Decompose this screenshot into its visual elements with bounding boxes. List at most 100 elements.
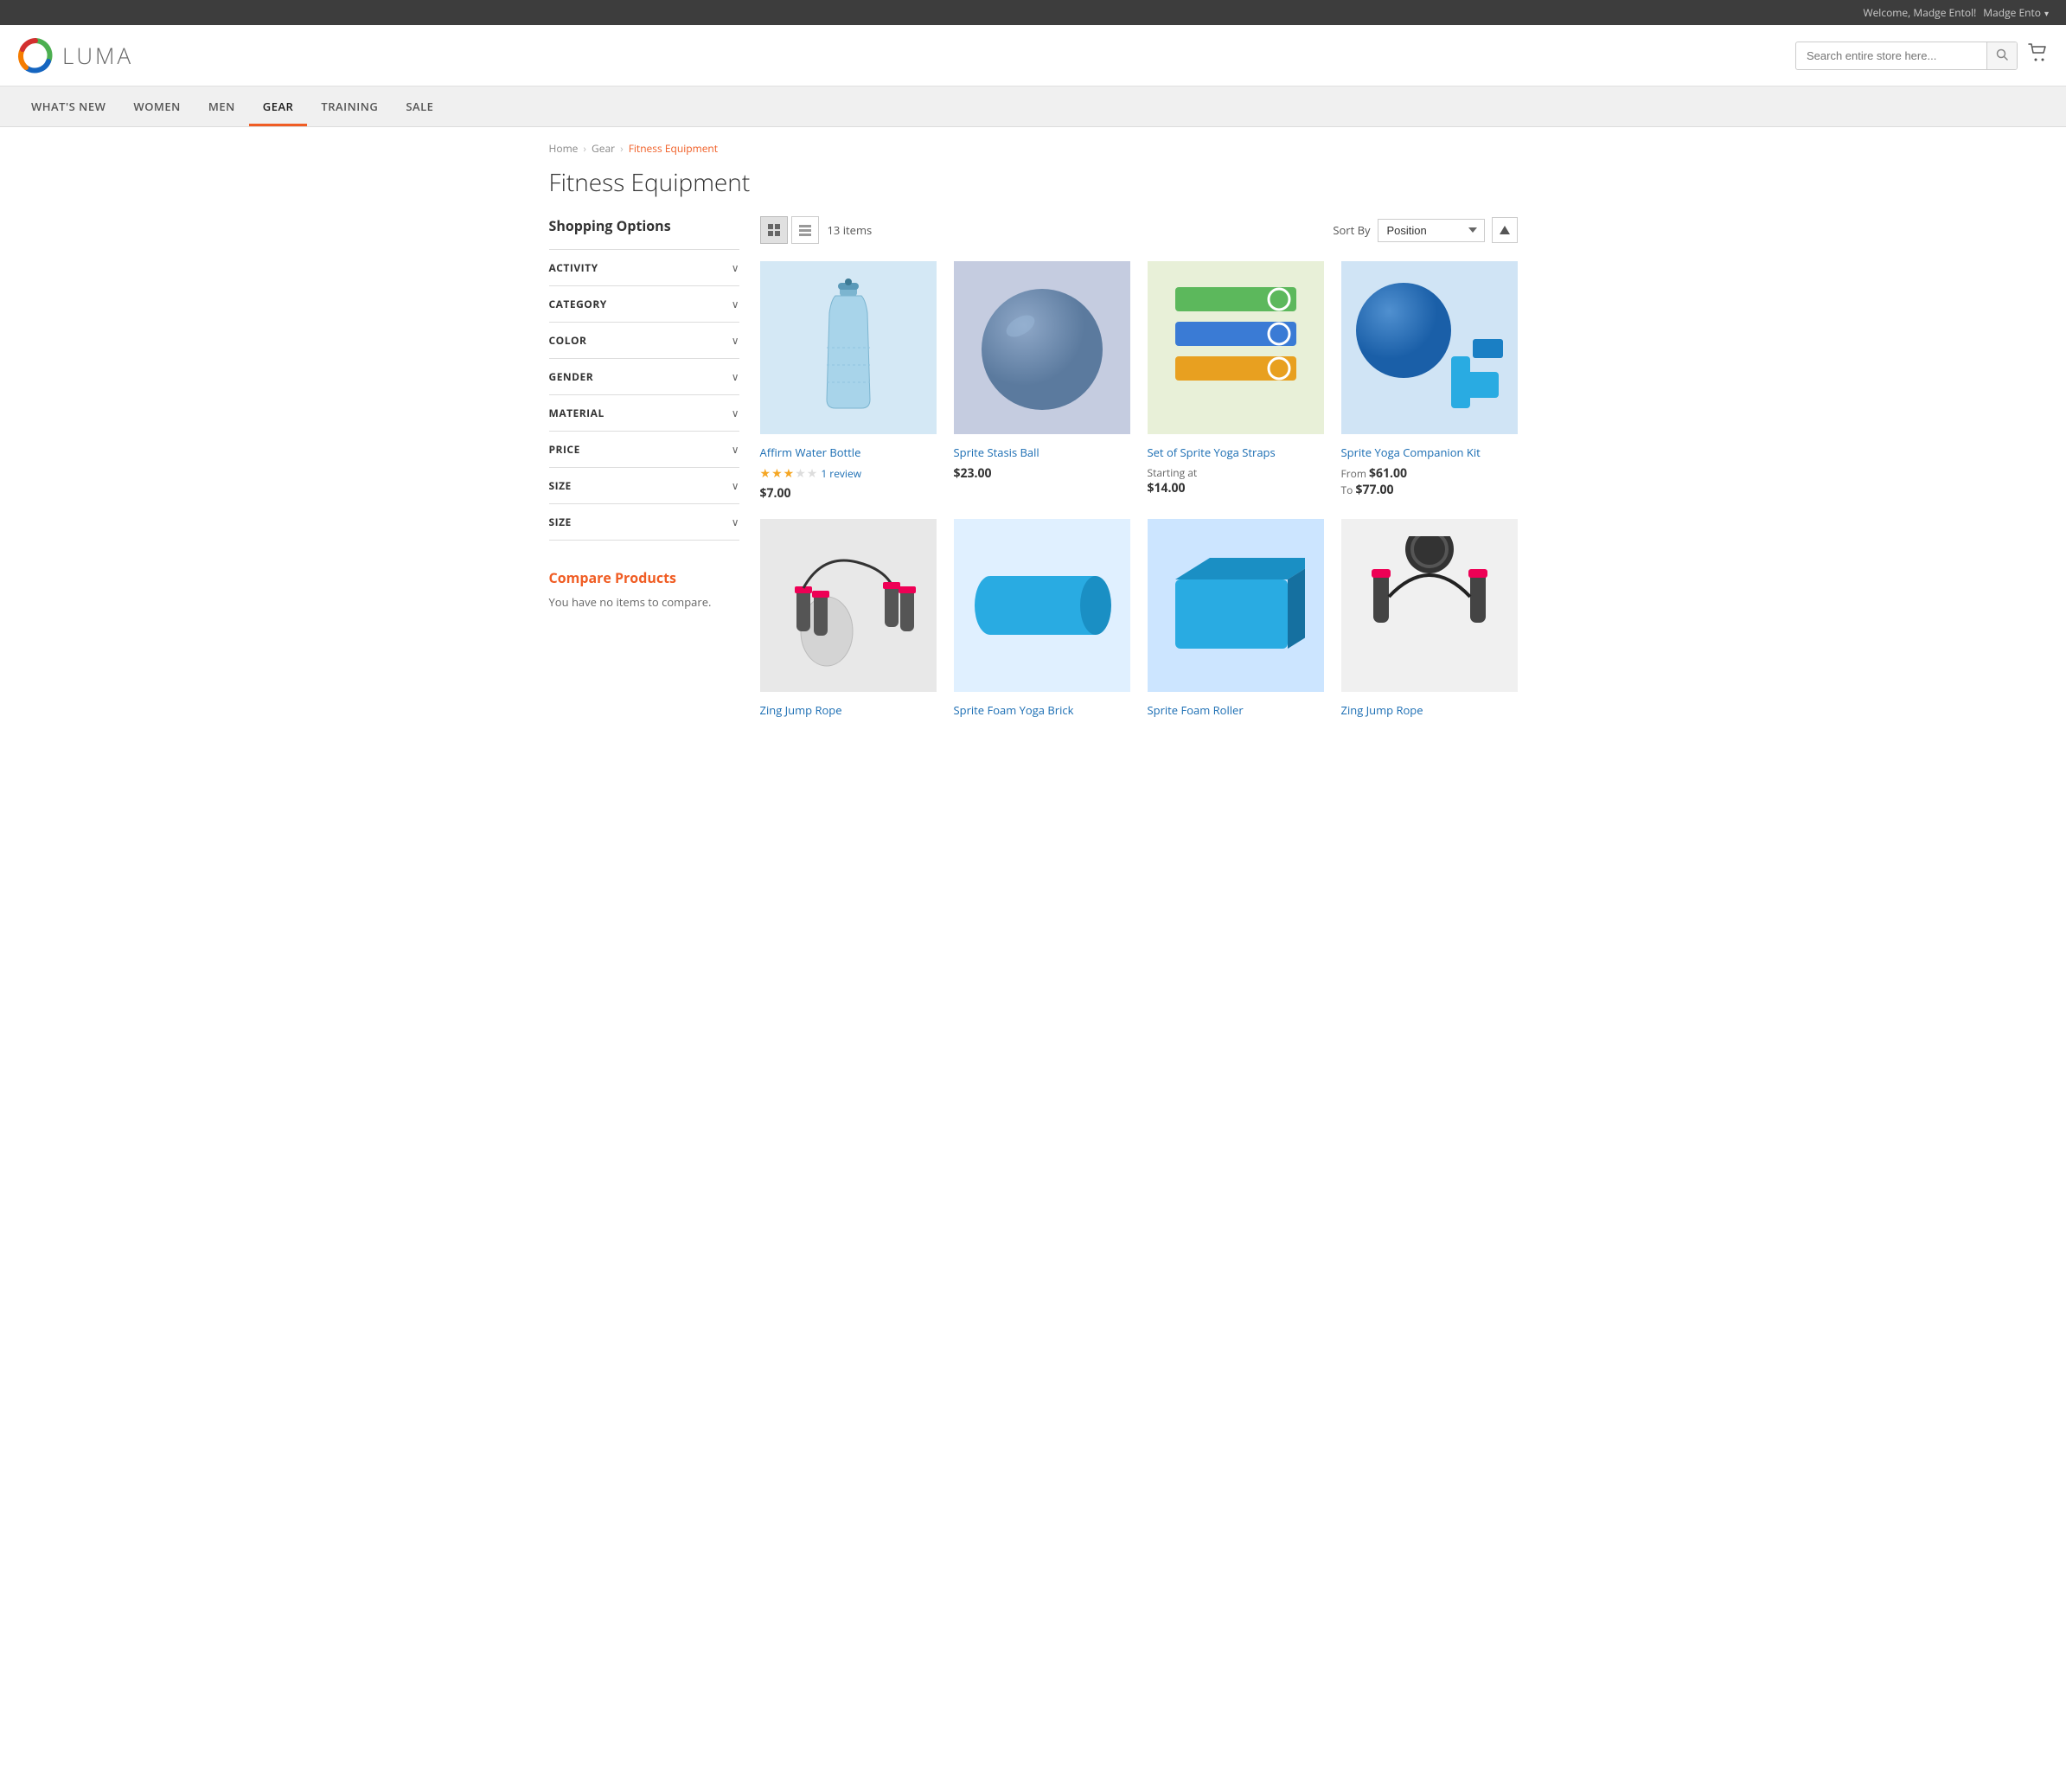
breadcrumb-sep-2: › [620,141,624,156]
product-price: $7.00 [760,485,937,502]
header-right [1795,42,2049,70]
filter-material[interactable]: MATERIAL ∨ [549,395,739,432]
site-header: LUMA [0,25,2066,86]
search-icon [1996,48,2008,61]
search-wrapper [1795,42,2018,70]
filter-category[interactable]: CATEGORY ∨ [549,286,739,323]
starting-at: Starting at [1148,465,1324,480]
filter-size[interactable]: SIZE ∨ [549,468,739,504]
filter-label: SIZE [549,515,572,529]
product-image-wrap [1148,261,1324,434]
logo-text: LUMA [62,40,133,71]
toolbar: 13 items Sort By Position Product Name P… [760,216,1518,244]
compare-title: Compare Products [549,568,739,587]
item-count: 13 items [828,222,873,238]
product-card: Affirm Water Bottle ★★★★★ 1 review $7.00 [760,261,937,502]
product-image-wrap [954,519,1130,692]
nav-item-what's-new[interactable]: What's New [17,86,119,126]
user-menu-chevron: ▾ [2044,7,2049,19]
product-rating: ★★★★★ 1 review [760,465,937,482]
product-card: Zing Jump Rope [760,519,937,723]
filter-chevron-icon: ∨ [732,333,739,348]
product-card: Sprite Foam Roller [1148,519,1324,723]
content-wrapper: Home › Gear › Fitness Equipment Fitness … [532,127,1535,737]
grid-view-button[interactable] [760,216,788,244]
product-name-link[interactable]: Sprite Stasis Ball [954,445,1130,460]
filter-chevron-icon: ∨ [732,297,739,311]
product-name-link[interactable]: Affirm Water Bottle [760,445,937,460]
view-mode [760,216,819,244]
product-image-wrap [1341,519,1518,692]
filter-chevron-icon: ∨ [732,442,739,457]
products-area: 13 items Sort By Position Product Name P… [760,216,1518,723]
logo-link[interactable]: LUMA [17,37,133,74]
product-card: Sprite Stasis Ball $23.00 [954,261,1130,502]
main-navigation: What's NewWomenMenGearTrainingSale [0,86,2066,127]
compare-text: You have no items to compare. [549,594,739,610]
product-name-link[interactable]: Sprite Foam Roller [1148,702,1324,718]
compare-section: Compare Products You have no items to co… [549,568,739,610]
sidebar: Shopping Options ACTIVITY∨CATEGORY∨COLOR… [549,216,739,723]
product-image-wrap [1148,519,1324,692]
stars: ★★★★★ [760,465,818,482]
welcome-text: Welcome, Madge Entol! [1863,5,1976,20]
nav-item-men[interactable]: Men [195,86,249,126]
product-card: Set of Sprite Yoga Straps Starting at $1… [1148,261,1324,502]
grid-icon [768,224,780,236]
filter-chevron-icon: ∨ [732,406,739,420]
product-name-link[interactable]: Zing Jump Rope [760,702,937,718]
product-name-link[interactable]: Zing Jump Rope [1341,702,1518,718]
product-card: Sprite Yoga Companion Kit From $61.00 To… [1341,261,1518,502]
nav-item-women[interactable]: Women [119,86,194,126]
cart-button[interactable] [2028,43,2049,67]
filter-label: MATERIAL [549,406,604,420]
sort-asc-icon [1499,224,1511,236]
filter-chevron-icon: ∨ [732,369,739,384]
main-layout: Shopping Options ACTIVITY∨CATEGORY∨COLOR… [549,216,1518,723]
filter-label: SIZE [549,478,572,493]
nav-item-gear[interactable]: Gear [249,86,308,126]
sort-direction-button[interactable] [1492,217,1518,243]
filter-activity[interactable]: ACTIVITY∨ [549,250,739,286]
username-label: Madge Ento [1983,5,2041,20]
price-from: From [1341,466,1370,481]
search-input[interactable] [1796,43,1986,68]
page-title: Fitness Equipment [549,166,1518,199]
product-price: From $61.00 To $77.00 [1341,465,1518,498]
filter-size[interactable]: SIZE∨ [549,504,739,541]
filter-price[interactable]: PRICE ∨ [549,432,739,468]
review-link[interactable]: 1 review [821,466,861,481]
sort-select[interactable]: Position Product Name Price [1378,219,1485,242]
filter-label: ACTIVITY [549,260,598,275]
star-filled-icon: ★ [784,465,795,482]
product-name-link[interactable]: Sprite Yoga Companion Kit [1341,445,1518,460]
filter-label: COLOR [549,333,587,348]
top-bar: Welcome, Madge Entol! Madge Ento ▾ [0,0,2066,25]
search-button[interactable] [1986,42,2017,69]
filter-chevron-icon: ∨ [732,478,739,493]
product-image-wrap [760,261,937,434]
list-view-button[interactable] [791,216,819,244]
breadcrumb-gear[interactable]: Gear [592,141,615,156]
breadcrumb-sep-1: › [583,141,586,156]
filter-gender[interactable]: GENDER ∨ [549,359,739,395]
product-card: Sprite Foam Yoga Brick [954,519,1130,723]
product-card: Zing Jump Rope [1341,519,1518,723]
product-name-link[interactable]: Sprite Foam Yoga Brick [954,702,1130,718]
toolbar-left: 13 items [760,216,873,244]
filter-color[interactable]: COLOR ∨ [549,323,739,359]
user-menu[interactable]: Madge Ento ▾ [1983,5,2049,20]
nav-item-training[interactable]: Training [307,86,392,126]
product-image-wrap [954,261,1130,434]
star-filled-icon: ★ [760,465,771,482]
toolbar-right: Sort By Position Product Name Price [1333,217,1517,243]
star-empty-icon: ★ [795,465,806,482]
nav-item-sale[interactable]: Sale [392,86,447,126]
breadcrumb: Home › Gear › Fitness Equipment [549,141,1518,156]
product-name-link[interactable]: Set of Sprite Yoga Straps [1148,445,1324,460]
filter-label: GENDER [549,369,594,384]
filter-label: CATEGORY [549,297,607,311]
breadcrumb-home[interactable]: Home [549,141,579,156]
product-grid: Affirm Water Bottle ★★★★★ 1 review $7.00… [760,261,1518,723]
filter-label: PRICE [549,442,580,457]
